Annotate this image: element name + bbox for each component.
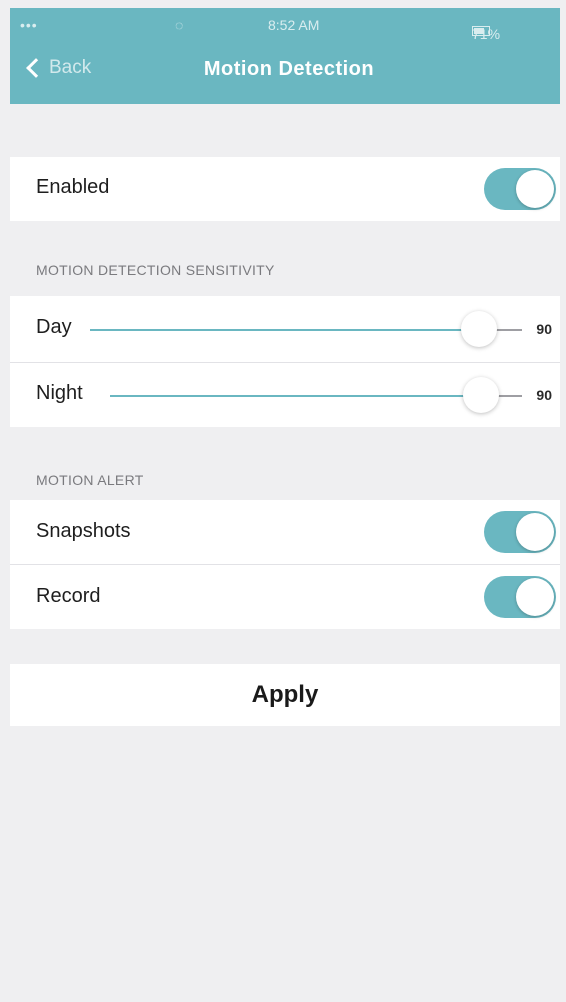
record-label: Record (36, 585, 101, 607)
day-slider[interactable] (90, 311, 522, 347)
toggle-knob (516, 513, 554, 551)
day-value: 90 (536, 321, 552, 337)
night-slider-row: Night 90 (10, 363, 560, 427)
night-slider-thumb[interactable] (462, 377, 499, 413)
snapshots-label: Snapshots (36, 520, 131, 542)
status-bar: ••• ◌ 8:52 AM 71% (10, 8, 560, 42)
day-slider-fill (90, 329, 479, 331)
record-toggle[interactable] (484, 576, 556, 618)
status-time: 8:52 AM (268, 17, 320, 33)
day-slider-thumb[interactable] (460, 311, 497, 347)
enabled-row: Enabled (10, 157, 560, 221)
signal-indicator: ••• (20, 17, 38, 33)
snapshots-row: Snapshots (10, 500, 560, 564)
night-value: 90 (536, 387, 552, 403)
sensitivity-section-header: MOTION DETECTION SENSITIVITY (36, 262, 275, 278)
toggle-knob (516, 578, 554, 616)
page-title: Motion Detection (203, 58, 375, 80)
night-slider-fill (110, 395, 481, 397)
night-slider[interactable] (110, 377, 522, 413)
day-slider-row: Day 90 (10, 296, 560, 362)
snapshots-toggle[interactable] (484, 511, 556, 553)
wifi-icon: ◌ (175, 17, 184, 33)
alert-section-header: MOTION ALERT (36, 472, 144, 488)
enabled-toggle[interactable] (484, 168, 556, 210)
night-label: Night (36, 382, 83, 404)
apply-button[interactable]: Apply (10, 664, 560, 726)
toggle-knob (516, 170, 554, 208)
nav-bar: Back Motion Detection (10, 52, 560, 94)
battery-icon (472, 26, 490, 36)
record-row: Record (10, 565, 560, 629)
enabled-label: Enabled (36, 176, 110, 198)
navigation-header: ••• ◌ 8:52 AM 71% Back Motion Detection (10, 8, 560, 104)
day-label: Day (36, 316, 72, 338)
